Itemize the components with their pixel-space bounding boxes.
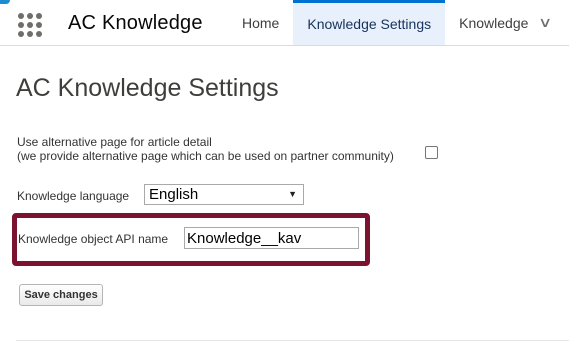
alt-page-label-line1: Use alternative page for article detail — [17, 135, 212, 149]
tab-knowledge-settings[interactable]: Knowledge Settings — [293, 0, 446, 45]
app-launcher-grid-icon[interactable] — [18, 13, 44, 39]
bottom-divider — [16, 340, 569, 341]
app-window: AC Knowledge Home Knowledge Settings Kno… — [0, 0, 569, 345]
global-navigation-bar: AC Knowledge Home Knowledge Settings Kno… — [0, 0, 569, 46]
page-title: AC Knowledge Settings — [16, 74, 279, 102]
save-changes-button[interactable]: Save changes — [19, 284, 103, 306]
alt-page-checkbox[interactable] — [425, 146, 438, 159]
brand-accent — [0, 0, 10, 4]
tab-knowledge-settings-label: Knowledge Settings — [307, 16, 432, 32]
api-name-label: Knowledge object API name — [18, 232, 169, 246]
tab-knowledge-label: Knowledge — [459, 14, 529, 31]
app-name: AC Knowledge — [68, 12, 203, 34]
alt-page-label: Use alternative page for article detail … — [17, 135, 394, 163]
chevron-down-icon[interactable]: ∨ — [538, 14, 552, 31]
alt-page-label-line2: (we provide alternative page which can b… — [17, 149, 394, 163]
nav-tabs: Home Knowledge Settings Knowledge ∨ — [228, 0, 565, 45]
dropdown-arrow-icon: ▼ — [288, 189, 297, 199]
api-name-input[interactable] — [184, 227, 359, 249]
knowledge-language-value: English — [149, 186, 199, 203]
knowledge-language-select[interactable]: English ▼ — [144, 184, 304, 205]
knowledge-language-label: Knowledge language — [17, 189, 130, 203]
tab-home[interactable]: Home — [228, 0, 293, 45]
tab-knowledge[interactable]: Knowledge ∨ — [445, 0, 565, 45]
tab-home-label: Home — [242, 14, 280, 31]
